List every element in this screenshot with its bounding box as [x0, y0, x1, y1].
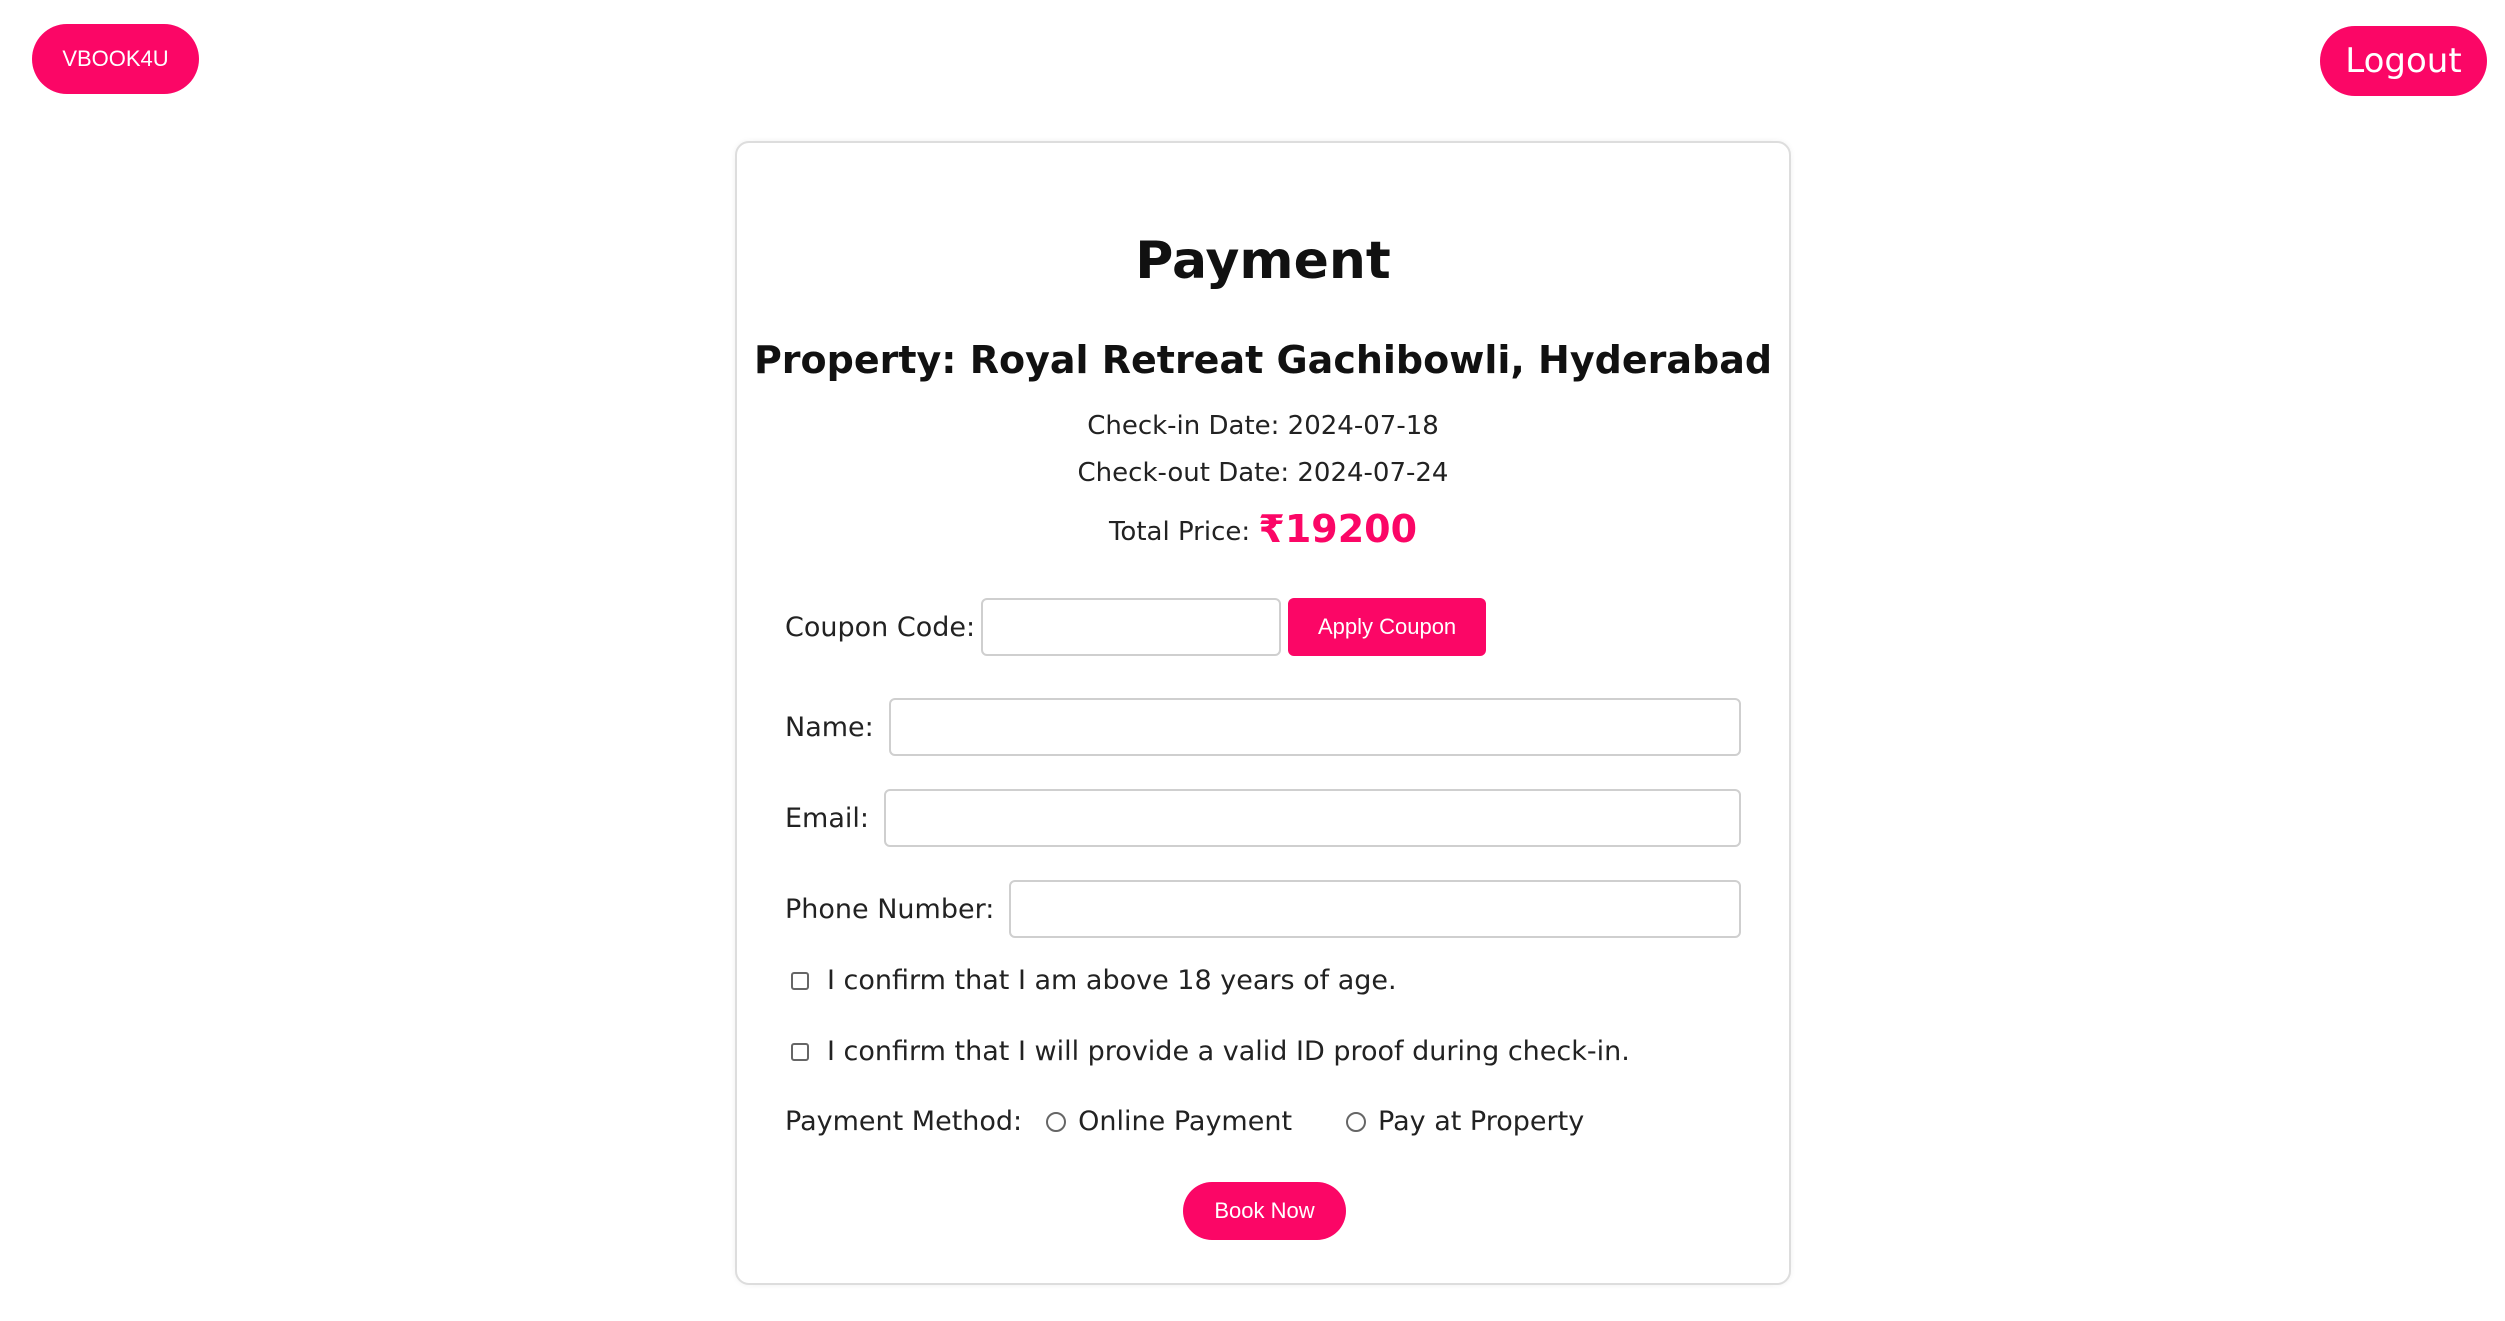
- checkout-date: Check-out Date: 2024-07-24: [1077, 458, 1449, 488]
- total-price-label: Total Price:: [1108, 517, 1251, 547]
- brand-button[interactable]: VBOOK4U: [32, 24, 199, 94]
- book-now-button[interactable]: Book Now: [1183, 1182, 1346, 1240]
- pay-at-property-option[interactable]: Pay at Property: [1346, 1106, 1584, 1137]
- logout-button[interactable]: Logout: [2320, 26, 2487, 96]
- payment-method-row: Payment Method: Online Payment Pay at Pr…: [785, 1106, 1584, 1137]
- online-payment-option[interactable]: Online Payment: [1046, 1106, 1292, 1137]
- page-title: Payment: [1135, 231, 1391, 291]
- pay-at-property-radio[interactable]: [1346, 1111, 1367, 1132]
- coupon-input[interactable]: [981, 598, 1282, 656]
- id-confirm-label: I confirm that I will provide a valid ID…: [827, 1036, 1630, 1067]
- payment-method-label: Payment Method:: [785, 1106, 1023, 1137]
- name-row: Name:: [785, 698, 1741, 756]
- pay-at-property-label: Pay at Property: [1378, 1106, 1585, 1137]
- phone-input[interactable]: [1009, 880, 1741, 938]
- online-payment-radio[interactable]: [1046, 1111, 1067, 1132]
- age-confirm-checkbox[interactable]: [791, 971, 809, 990]
- id-confirm-checkbox[interactable]: [791, 1042, 809, 1061]
- phone-label: Phone Number:: [785, 893, 995, 925]
- payment-card: Payment Property: Royal Retreat Gachibow…: [735, 141, 1791, 1285]
- apply-coupon-button[interactable]: Apply Coupon: [1288, 598, 1487, 656]
- coupon-row: Coupon Code: Apply Coupon: [785, 598, 1741, 656]
- age-confirm-row: I confirm that I am above 18 years of ag…: [791, 965, 1397, 996]
- phone-row: Phone Number:: [785, 880, 1741, 938]
- property-name: Property: Royal Retreat Gachibowli, Hyde…: [753, 338, 1773, 382]
- total-price: Total Price: ₹19200: [737, 507, 1789, 551]
- checkin-date: Check-in Date: 2024-07-18: [1087, 411, 1439, 441]
- age-confirm-label: I confirm that I am above 18 years of ag…: [827, 965, 1397, 996]
- total-price-value: ₹19200: [1258, 507, 1418, 551]
- name-label: Name:: [785, 711, 874, 743]
- coupon-label: Coupon Code:: [785, 611, 976, 643]
- email-label: Email:: [785, 802, 870, 834]
- email-input[interactable]: [884, 789, 1741, 847]
- email-row: Email:: [785, 789, 1741, 847]
- name-input[interactable]: [888, 698, 1741, 756]
- id-confirm-row: I confirm that I will provide a valid ID…: [791, 1036, 1630, 1067]
- online-payment-label: Online Payment: [1078, 1106, 1293, 1137]
